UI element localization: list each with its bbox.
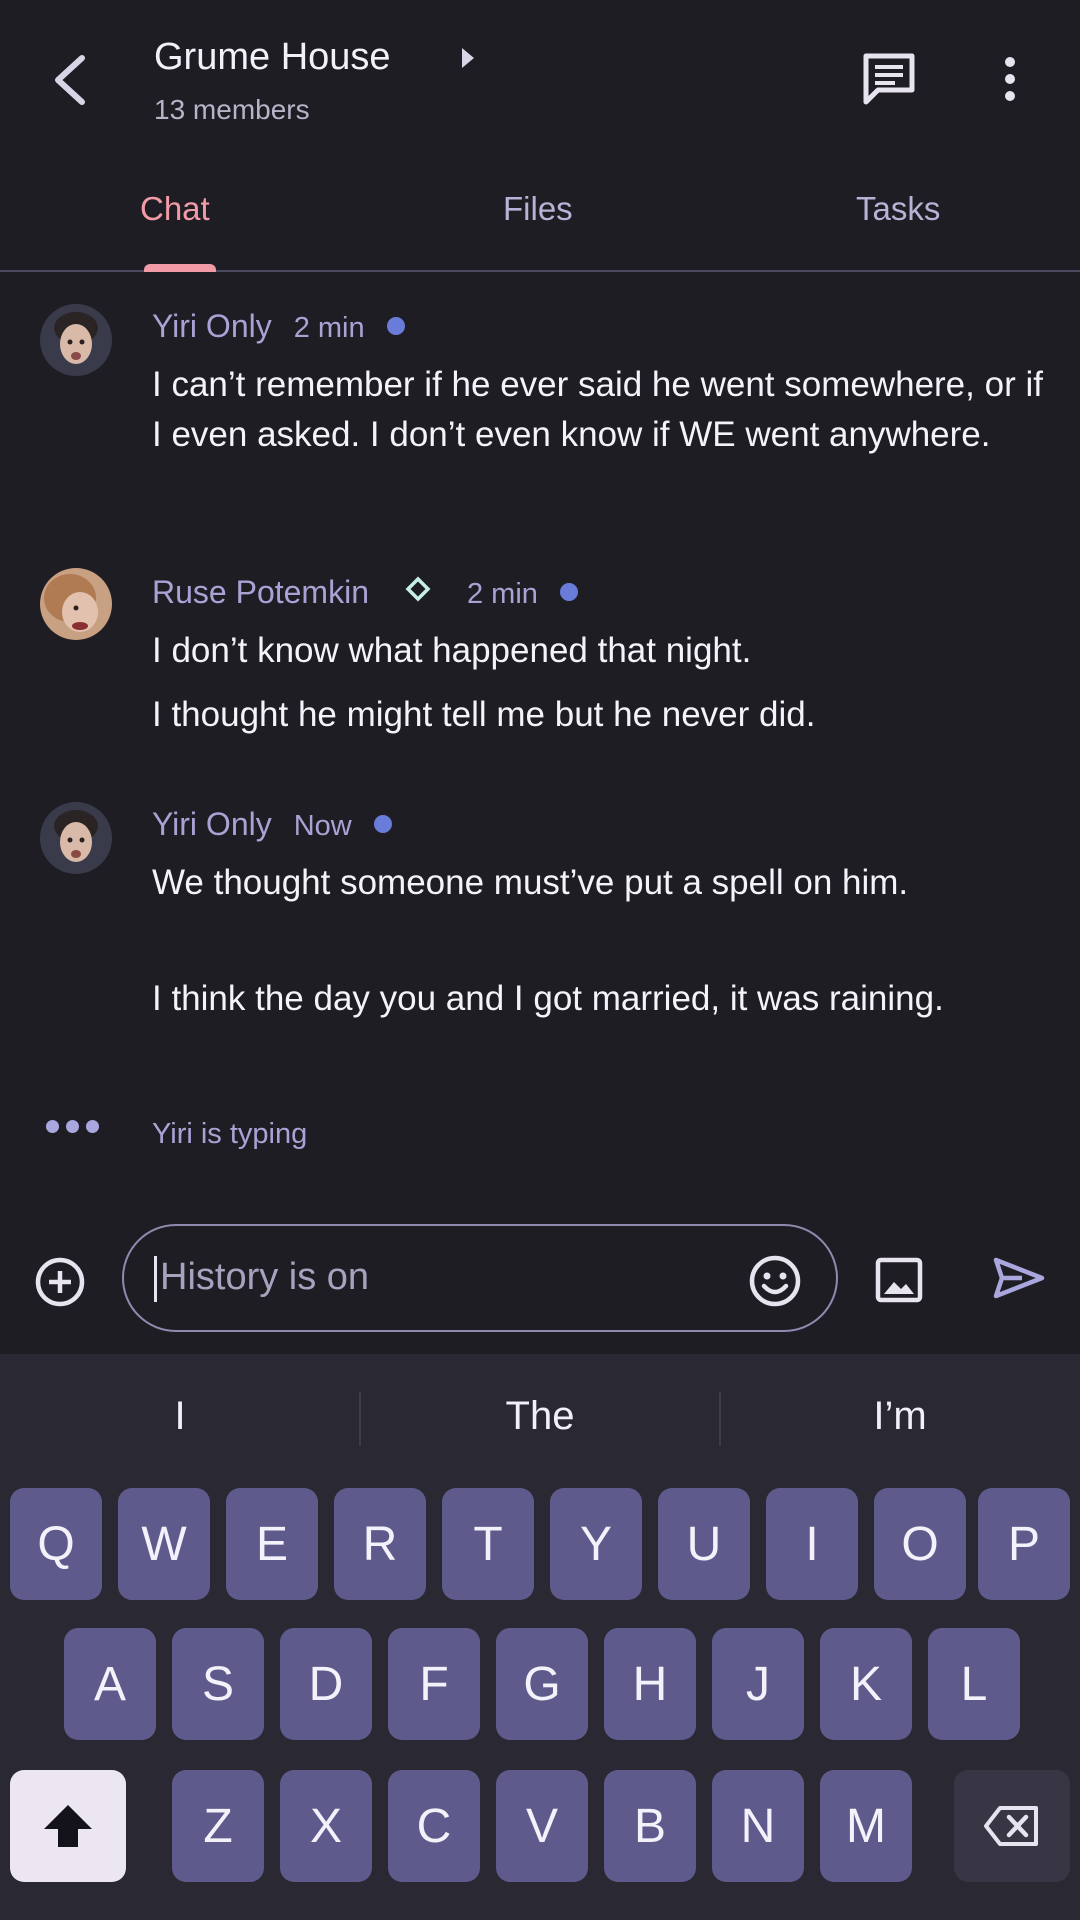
input-placeholder: History is on: [160, 1256, 370, 1298]
message-text: We thought someone must’ve put a spell o…: [152, 863, 909, 902]
shift-icon[interactable]: [10, 1770, 126, 1882]
key-m[interactable]: M: [820, 1770, 912, 1882]
key-o[interactable]: O: [874, 1488, 966, 1600]
presence-dot: [373, 814, 392, 833]
suggestion-item[interactable]: The: [360, 1394, 720, 1439]
key-t[interactable]: T: [442, 1488, 534, 1600]
caret-right-icon[interactable]: [458, 46, 478, 75]
tab-tasks[interactable]: Tasks: [856, 190, 940, 228]
page-title[interactable]: Grume House: [154, 36, 391, 79]
message-text: I thought he might tell me but he never …: [152, 695, 816, 734]
image-icon[interactable]: [874, 1256, 924, 1304]
key-j[interactable]: J: [712, 1628, 804, 1740]
presence-dot: [559, 582, 578, 601]
key-d[interactable]: D: [280, 1628, 372, 1740]
keyboard: I The I’m Q W E R T Y U I O P A S D F G …: [0, 1354, 1080, 1920]
chat-bubble-icon[interactable]: [860, 50, 918, 108]
key-u[interactable]: U: [658, 1488, 750, 1600]
backspace-icon[interactable]: [954, 1770, 1070, 1882]
key-c[interactable]: C: [388, 1770, 480, 1882]
typing-label: Yiri is typing: [152, 1118, 308, 1150]
author-name[interactable]: Ruse Potemkin: [152, 574, 369, 610]
avatar[interactable]: [40, 802, 112, 874]
tab-files[interactable]: Files: [503, 190, 573, 228]
send-icon[interactable]: [992, 1256, 1046, 1300]
message-time: Now: [293, 810, 352, 842]
message-meta: Ruse Potemkin 2 min: [152, 574, 578, 613]
key-k[interactable]: K: [820, 1628, 912, 1740]
message-meta: Yiri Only Now: [152, 806, 392, 843]
key-h[interactable]: H: [604, 1628, 696, 1740]
message-time: 2 min: [466, 578, 538, 610]
diamond-icon: [405, 573, 431, 610]
message-time: 2 min: [293, 312, 365, 344]
message-text: I don’t know what happened that night.: [152, 631, 752, 670]
add-circle-icon[interactable]: [34, 1256, 86, 1308]
suggestion-item[interactable]: I’m: [720, 1394, 1080, 1439]
avatar[interactable]: [40, 568, 112, 640]
key-y[interactable]: Y: [550, 1488, 642, 1600]
key-v[interactable]: V: [496, 1770, 588, 1882]
tab-chat[interactable]: Chat: [140, 190, 210, 228]
key-x[interactable]: X: [280, 1770, 372, 1882]
message-text: I can’t remember if he ever said he went…: [152, 365, 1043, 454]
key-w[interactable]: W: [118, 1488, 210, 1600]
key-a[interactable]: A: [64, 1628, 156, 1740]
avatar[interactable]: [40, 304, 112, 376]
message-meta: Yiri Only 2 min: [152, 308, 405, 345]
suggestion-item[interactable]: I: [0, 1394, 360, 1439]
app-root: Grume House 13 members Chat Files Tasks: [0, 0, 1080, 1920]
tab-indicator: [144, 264, 216, 272]
text-caret: [154, 1256, 157, 1302]
key-e[interactable]: E: [226, 1488, 318, 1600]
emoji-icon[interactable]: [748, 1254, 802, 1308]
member-count: 13 members: [154, 94, 310, 125]
key-r[interactable]: R: [334, 1488, 426, 1600]
message-input[interactable]: History is on: [122, 1224, 838, 1332]
key-n[interactable]: N: [712, 1770, 804, 1882]
key-p[interactable]: P: [978, 1488, 1070, 1600]
key-i[interactable]: I: [766, 1488, 858, 1600]
author-name[interactable]: Yiri Only: [152, 806, 272, 842]
back-chevron-icon[interactable]: [44, 50, 100, 110]
tab-bar: Chat Files Tasks: [0, 160, 1080, 272]
key-l[interactable]: L: [928, 1628, 1020, 1740]
presence-dot: [386, 316, 405, 335]
suggestion-strip: I The I’m: [0, 1354, 1080, 1480]
header: Grume House 13 members: [0, 0, 1080, 140]
key-z[interactable]: Z: [172, 1770, 264, 1882]
key-q[interactable]: Q: [10, 1488, 102, 1600]
more-vert-icon[interactable]: [1000, 54, 1020, 104]
key-b[interactable]: B: [604, 1770, 696, 1882]
message-text: I think the day you and I got married, i…: [152, 979, 944, 1018]
key-f[interactable]: F: [388, 1628, 480, 1740]
key-s[interactable]: S: [172, 1628, 264, 1740]
key-g[interactable]: G: [496, 1628, 588, 1740]
author-name[interactable]: Yiri Only: [152, 308, 272, 344]
